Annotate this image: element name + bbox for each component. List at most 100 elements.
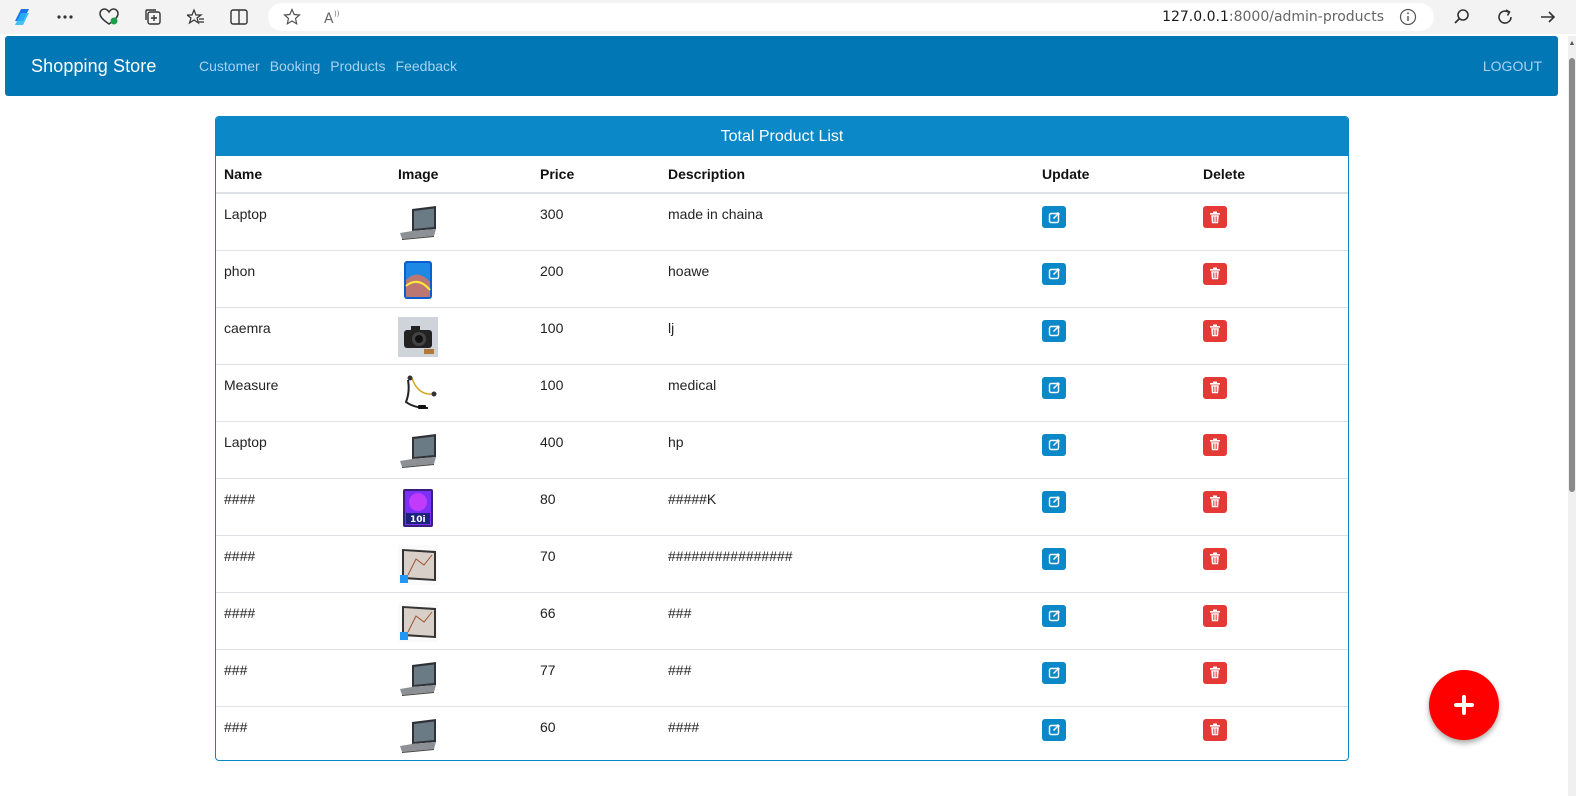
browser-essentials-icon[interactable]	[95, 3, 123, 31]
svg-text:)): ))	[334, 10, 340, 18]
product-price: 200	[532, 249, 660, 307]
nav-link-customer[interactable]: Customer	[199, 58, 260, 74]
delete-cell	[1195, 363, 1348, 421]
scrollbar[interactable]: ▲	[1568, 36, 1576, 796]
trash-icon	[1210, 666, 1220, 679]
product-description: hp	[660, 420, 1034, 478]
delete-button[interactable]	[1203, 262, 1227, 285]
logout-link[interactable]: LOGOUT	[1483, 58, 1542, 74]
product-name: Measure	[216, 363, 390, 421]
product-price: 70	[532, 534, 660, 592]
copilot-icon[interactable]	[8, 3, 36, 31]
product-image	[390, 648, 532, 706]
nav-link-booking[interactable]: Booking	[270, 58, 321, 74]
product-price: 400	[532, 420, 660, 478]
table-row: #### 10i 80 #####K	[216, 477, 1348, 535]
edit-button[interactable]	[1042, 376, 1066, 399]
delete-button[interactable]	[1203, 604, 1227, 627]
update-cell	[1034, 534, 1195, 592]
product-price: 66	[532, 591, 660, 649]
collections-icon[interactable]	[139, 3, 167, 31]
product-price: 300	[540, 206, 564, 222]
nav-link-products[interactable]: Products	[330, 58, 385, 74]
edit-icon	[1048, 438, 1060, 451]
trash-icon	[1210, 211, 1220, 223]
table-row: ### 60 ####	[216, 705, 1348, 760]
delete-cell	[1195, 420, 1348, 478]
edit-button[interactable]	[1042, 718, 1066, 741]
delete-button[interactable]	[1203, 718, 1227, 741]
delete-button[interactable]	[1203, 376, 1227, 399]
product-price: 80	[532, 477, 660, 535]
table-header-row: Name Image Price Description Update Dele…	[216, 156, 1348, 194]
delete-button[interactable]	[1203, 661, 1227, 684]
read-aloud-icon[interactable]: A))	[318, 3, 346, 31]
edit-button[interactable]	[1042, 206, 1066, 228]
plus-icon	[1454, 695, 1474, 715]
edit-button[interactable]	[1042, 490, 1066, 513]
delete-cell	[1195, 477, 1348, 535]
refresh-icon[interactable]	[1491, 3, 1519, 31]
address-bar[interactable]: A)) 127.0.0.1:8000/admin-products	[268, 3, 1434, 31]
column-header-price: Price	[532, 156, 660, 194]
table-body: Laptop 300 made in chaina phon 200 hoawe caemr…	[216, 193, 1348, 760]
delete-button[interactable]	[1203, 547, 1227, 570]
trash-icon	[1210, 438, 1220, 451]
edit-button[interactable]	[1042, 661, 1066, 684]
product-description: ################	[660, 534, 1034, 592]
trash-icon	[1210, 267, 1220, 280]
delete-button[interactable]	[1203, 490, 1227, 513]
edit-icon	[1048, 666, 1060, 679]
nav-link-feedback[interactable]: Feedback	[396, 58, 457, 74]
edit-button[interactable]	[1042, 319, 1066, 342]
favorites-icon[interactable]	[182, 3, 210, 31]
product-price: 77	[532, 648, 660, 706]
go-forward-icon[interactable]	[1534, 3, 1562, 31]
trash-icon	[1210, 324, 1220, 337]
svg-text:10i: 10i	[410, 515, 426, 525]
update-cell	[1034, 477, 1195, 535]
edit-icon	[1048, 495, 1060, 508]
product-name: ####	[216, 477, 390, 535]
product-table: Name Image Price Description Update Dele…	[216, 156, 1348, 760]
update-cell	[1034, 420, 1195, 478]
delete-cell	[1195, 193, 1348, 250]
delete-button[interactable]	[1203, 206, 1227, 228]
search-icon[interactable]	[1448, 3, 1476, 31]
more-options-icon[interactable]	[51, 3, 79, 31]
scrollbar-thumb[interactable]	[1569, 58, 1575, 492]
delete-button[interactable]	[1203, 433, 1227, 456]
delete-cell	[1195, 534, 1348, 592]
site-info-icon[interactable]	[1394, 3, 1422, 31]
edit-button[interactable]	[1042, 262, 1066, 285]
column-header-description: Description	[660, 156, 1034, 194]
edit-button[interactable]	[1042, 547, 1066, 570]
column-header-update: Update	[1034, 156, 1195, 194]
brand-logo[interactable]: Shopping Store	[31, 56, 157, 77]
product-name: ###	[216, 648, 390, 706]
edit-button[interactable]	[1042, 604, 1066, 627]
product-image	[390, 534, 532, 592]
product-name: ####	[216, 591, 390, 649]
delete-button[interactable]	[1203, 319, 1227, 342]
nav-links: Customer Booking Products Feedback	[199, 58, 457, 74]
edit-button[interactable]	[1042, 433, 1066, 456]
scroll-up-icon[interactable]: ▲	[1568, 40, 1576, 47]
product-name: phon	[216, 249, 390, 307]
split-screen-icon[interactable]	[225, 3, 253, 31]
product-image: 10i	[390, 477, 532, 535]
edit-icon	[1048, 723, 1060, 736]
column-header-name: Name	[216, 156, 390, 194]
product-description: hoawe	[660, 249, 1034, 307]
star-icon[interactable]	[278, 3, 306, 31]
update-cell	[1034, 249, 1195, 307]
product-price: 60	[532, 705, 660, 760]
add-product-button[interactable]	[1429, 670, 1499, 740]
table-row: Laptop 400 hp	[216, 420, 1348, 478]
trash-icon	[1210, 381, 1220, 394]
edit-icon	[1048, 609, 1060, 622]
update-cell	[1034, 705, 1195, 760]
product-name: caemra	[216, 306, 390, 364]
edit-icon	[1048, 324, 1060, 337]
product-image	[390, 591, 532, 649]
